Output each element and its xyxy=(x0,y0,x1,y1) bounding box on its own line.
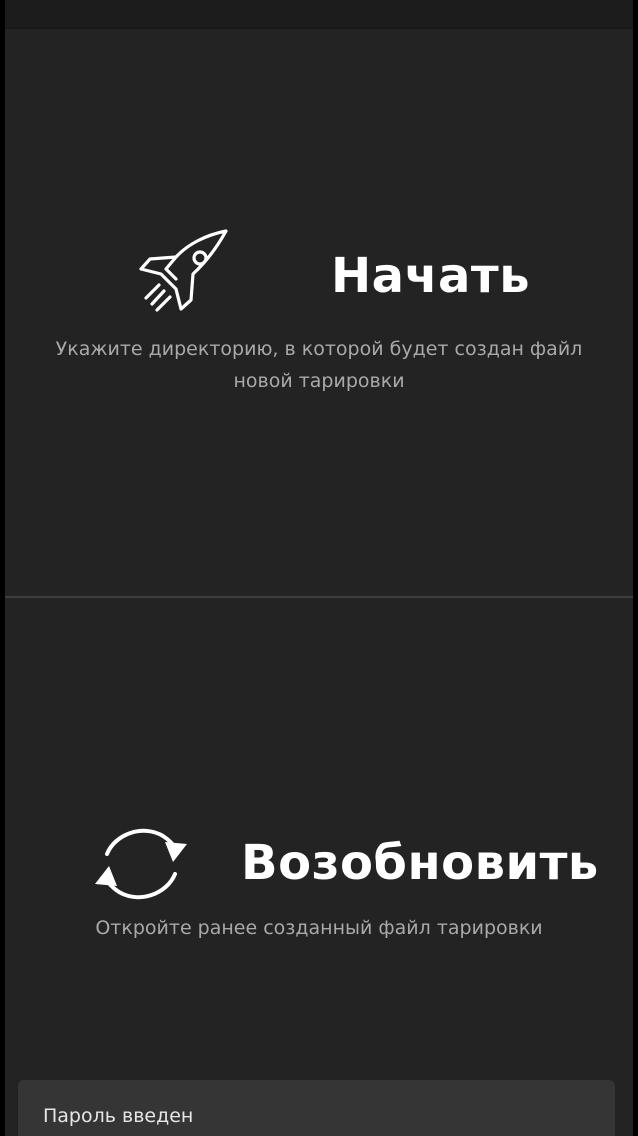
resume-calibration-button[interactable]: Возобновить Откройте ранее созданный фай… xyxy=(5,598,633,1136)
start-new-calibration-button[interactable]: Начать Укажите директорию, в которой буд… xyxy=(5,29,633,596)
resume-title: Возобновить xyxy=(241,835,599,891)
start-title: Начать xyxy=(331,248,531,304)
refresh-icon xyxy=(95,828,187,900)
toast-message: Пароль введен xyxy=(43,1105,194,1127)
password-entered-toast: Пароль введен xyxy=(18,1080,615,1136)
top-bar xyxy=(5,0,633,29)
start-description: Укажите директорию, в которой будет созд… xyxy=(55,338,583,392)
resume-description: Откройте ранее созданный файл тарировки xyxy=(95,917,543,939)
rocket-icon xyxy=(139,229,228,312)
app-screen: Начать Укажите директорию, в которой буд… xyxy=(5,0,633,1136)
